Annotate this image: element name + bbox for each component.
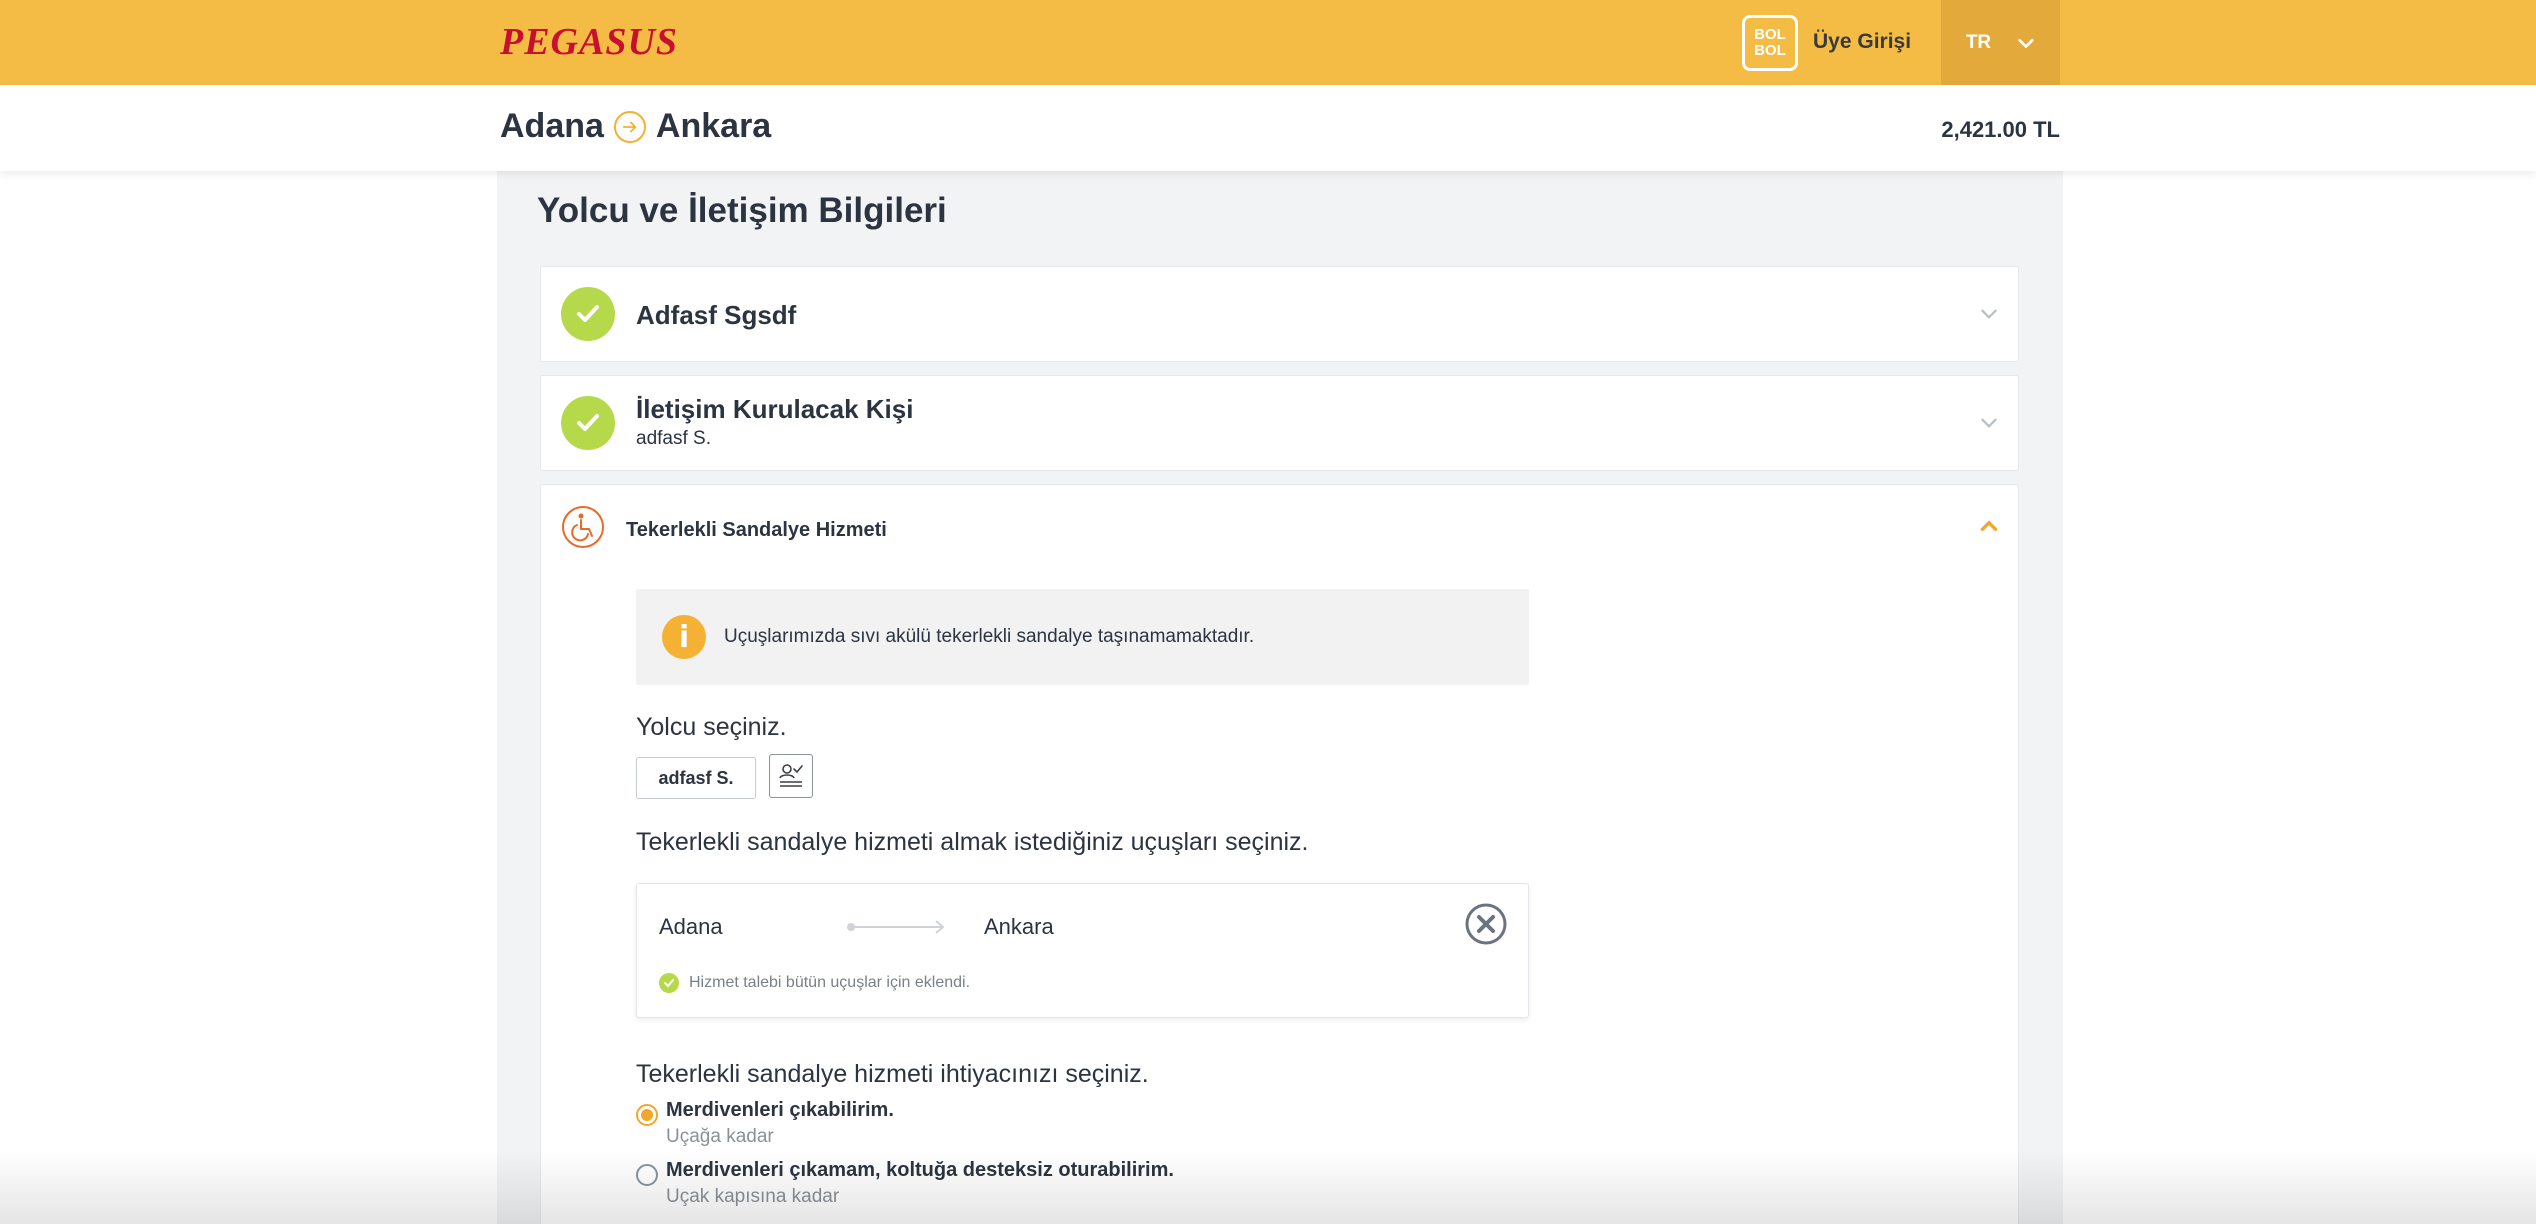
arrow-right-icon <box>613 110 646 143</box>
info-notice: i Uçuşlarımızda sıvı akülü tekerlekli sa… <box>636 589 1529 685</box>
close-icon[interactable] <box>1464 902 1508 946</box>
check-icon <box>659 973 679 993</box>
flight-selection-box[interactable]: Adana Ankara Hizmet talebi bütün uçuşlar… <box>636 883 1529 1018</box>
info-icon: i <box>662 615 706 659</box>
chevron-down-icon[interactable] <box>1978 303 2000 325</box>
contact-name: adfasf S. <box>636 428 711 449</box>
flight-status: Hizmet talebi bütün uçuşlar için eklendi… <box>659 973 970 993</box>
select-flights-label: Tekerlekli sandalye hizmeti almak istedi… <box>636 828 1309 856</box>
option-sub: Uçağa kadar <box>666 1126 774 1147</box>
option-label: Merdivenleri çıkamam, koltuğa desteksiz … <box>666 1159 1174 1181</box>
chevron-down-icon <box>2018 38 2034 48</box>
route-summary: Adana Ankara <box>500 107 771 146</box>
need-label: Tekerlekli sandalye hizmeti ihtiyacınızı… <box>636 1060 1149 1088</box>
option-sub: Uçak kapısına kadar <box>666 1186 840 1207</box>
user-check-icon <box>779 764 803 787</box>
passenger-card[interactable]: Adfasf Sgsdf <box>540 266 2019 362</box>
passenger-select-button[interactable] <box>769 754 813 798</box>
contact-title: İletişim Kurulacak Kişi <box>636 394 914 424</box>
bolbol-text-2: BOL <box>1754 42 1786 59</box>
flight-status-text: Hizmet talebi bütün uçuşlar için eklendi… <box>689 974 971 991</box>
option-cannot-climb-stairs[interactable]: Merdivenleri çıkamam, koltuğa desteksiz … <box>636 1159 1174 1208</box>
option-can-climb-stairs[interactable]: Merdivenleri çıkabilirim. Uçağa kadar <box>636 1099 894 1148</box>
top-header: PEGASUS BOL BOL Üye Girişi TR <box>0 0 2536 85</box>
passenger-name: Adfasf Sgsdf <box>636 300 797 330</box>
contact-card[interactable]: İletişim Kurulacak Kişi adfasf S. <box>540 375 2019 471</box>
pegasus-logo[interactable]: PEGASUS <box>500 20 678 64</box>
wheelchair-title: Tekerlekli Sandalye Hizmeti <box>626 519 887 541</box>
flight-to: Ankara <box>984 914 1054 939</box>
route-from: Adana <box>500 107 604 145</box>
radio-unselected[interactable] <box>636 1164 658 1186</box>
chevron-up-icon[interactable] <box>1978 515 2000 537</box>
option-label: Merdivenleri çıkabilirim. <box>666 1099 894 1121</box>
check-icon <box>561 287 615 341</box>
flight-arrow-icon <box>847 920 945 934</box>
wheelchair-icon <box>562 506 604 548</box>
route-bar: Adana Ankara 2,421.00 TL <box>0 85 2536 171</box>
check-icon <box>561 396 615 450</box>
bolbol-text-1: BOL <box>1754 26 1786 43</box>
flight-from: Adana <box>659 914 723 939</box>
total-price[interactable]: 2,421.00 TL <box>1941 117 2060 143</box>
passenger-chip-button[interactable]: adfasf S. <box>636 757 756 799</box>
route-to: Ankara <box>655 107 772 145</box>
bolbol-logo-icon[interactable]: BOL BOL <box>1742 15 1798 71</box>
member-login-link[interactable]: Üye Girişi <box>1813 30 1911 54</box>
radio-selected[interactable] <box>636 1104 658 1126</box>
select-passenger-label: Yolcu seçiniz. <box>636 713 787 741</box>
wheelchair-service-card: Tekerlekli Sandalye Hizmeti i Uçuşlarımı… <box>540 484 2019 1224</box>
main-panel: Yolcu ve İletişim Bilgileri Adfasf Sgsdf… <box>497 171 2063 1224</box>
notice-text: Uçuşlarımızda sıvı akülü tekerlekli sand… <box>724 626 1255 647</box>
language-label: TR <box>1965 31 1992 53</box>
chevron-down-icon[interactable] <box>1978 412 2000 434</box>
language-selector[interactable]: TR <box>1941 0 2060 85</box>
page-title: Yolcu ve İletişim Bilgileri <box>537 191 947 230</box>
